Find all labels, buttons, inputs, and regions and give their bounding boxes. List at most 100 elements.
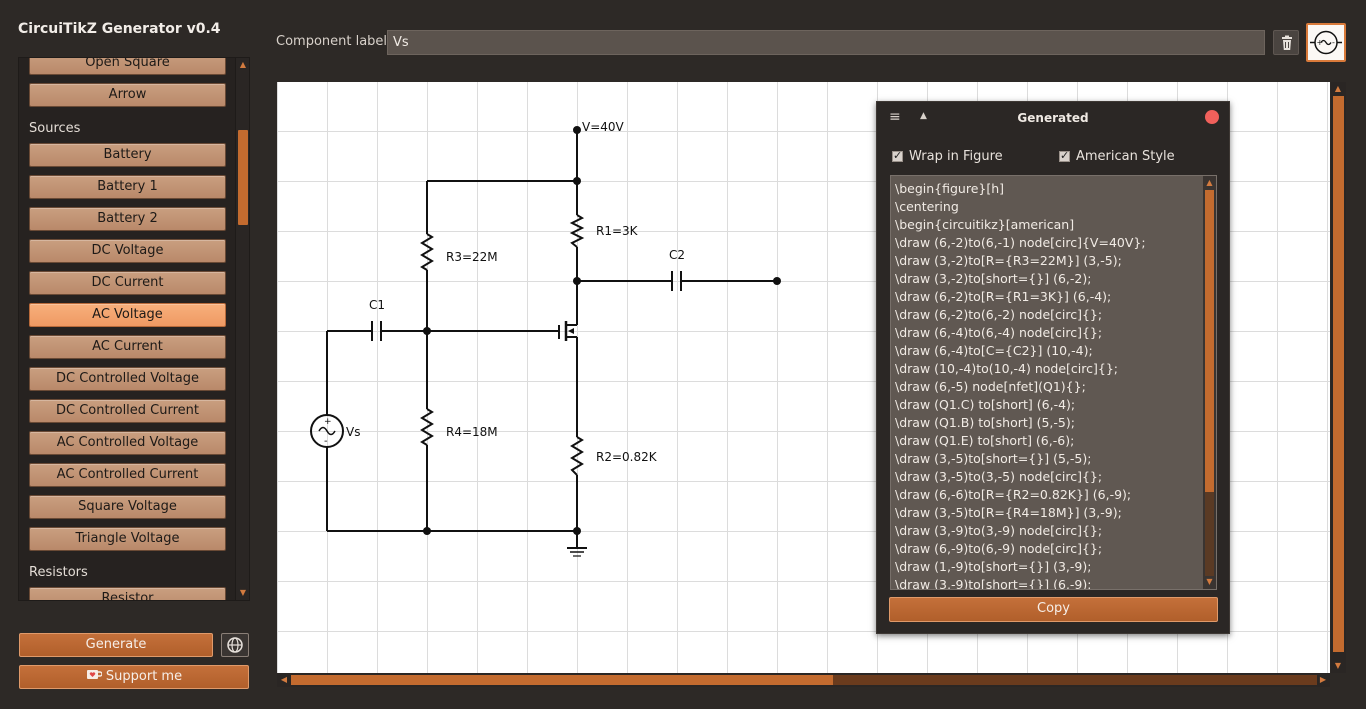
generate-button[interactable]: Generate bbox=[19, 633, 213, 657]
scroll-down-icon[interactable]: ▼ bbox=[236, 586, 249, 600]
node bbox=[573, 527, 581, 535]
component-label-input[interactable] bbox=[387, 30, 1265, 55]
code-line: \draw (3,-5)to[short={}] (5,-5); bbox=[895, 451, 1092, 466]
node bbox=[423, 327, 431, 335]
node bbox=[423, 527, 431, 535]
component-button-battery-2[interactable]: Battery 2 bbox=[29, 207, 226, 231]
label-vs: Vs bbox=[346, 425, 360, 439]
code-line: \draw (6,-4)to[C={C2}] (10,-4); bbox=[895, 343, 1093, 358]
label-c2: C2 bbox=[669, 248, 685, 262]
code-line: \draw (6,-6)to[R={R2=0.82K}] (6,-9); bbox=[895, 487, 1132, 502]
component-button-ac-voltage[interactable]: AC Voltage bbox=[29, 303, 226, 327]
scroll-left-icon[interactable]: ◀ bbox=[277, 673, 291, 687]
close-icon[interactable] bbox=[1205, 110, 1219, 124]
source-minus: - bbox=[324, 436, 328, 447]
component-button-dc-current[interactable]: DC Current bbox=[29, 271, 226, 295]
component-button-ac-current[interactable]: AC Current bbox=[29, 335, 226, 359]
sidebar-scrollbar[interactable]: ▲ ▼ bbox=[235, 58, 249, 600]
copy-button[interactable]: Copy bbox=[889, 597, 1218, 622]
component-button-open-square[interactable]: Open Square bbox=[29, 58, 226, 75]
code-line: \draw (Q1.C) to[short] (6,-4); bbox=[895, 397, 1076, 412]
ac-wave bbox=[318, 426, 336, 436]
label-r3: R3=22M bbox=[446, 250, 498, 264]
component-button-ac-controlled-voltage[interactable]: AC Controlled Voltage bbox=[29, 431, 226, 455]
component-button-triangle-voltage[interactable]: Triangle Voltage bbox=[29, 527, 226, 551]
delete-button[interactable] bbox=[1273, 30, 1299, 55]
canvas-horizontal-scrollbar[interactable]: ◀ ▶ bbox=[277, 673, 1330, 687]
scroll-up-icon[interactable]: ▲ bbox=[236, 58, 249, 72]
component-label-caption: Component label bbox=[276, 34, 388, 49]
ac-source-icon: + - bbox=[1310, 30, 1342, 55]
heart-cup-icon bbox=[86, 670, 103, 679]
code-line: \draw (Q1.B) to[short] (5,-5); bbox=[895, 415, 1075, 430]
canvas-vertical-scrollbar[interactable]: ▲ ▼ bbox=[1331, 82, 1346, 673]
node bbox=[773, 277, 781, 285]
code-line: \draw (1,-9)to[short={}] (3,-9); bbox=[895, 559, 1092, 574]
code-line: \draw (Q1.E) to[short] (6,-6); bbox=[895, 433, 1075, 448]
code-line: \draw (6,-4)to(6,-4) node[circ]{}; bbox=[895, 325, 1103, 340]
wrap-in-figure-label: Wrap in Figure bbox=[909, 149, 1003, 164]
component-button-dc-voltage[interactable]: DC Voltage bbox=[29, 239, 226, 263]
svg-text:-: - bbox=[1332, 38, 1335, 47]
resistor-r4 bbox=[420, 408, 434, 446]
trash-icon bbox=[1282, 35, 1292, 50]
component-button-square-voltage[interactable]: Square Voltage bbox=[29, 495, 226, 519]
source-plus: + bbox=[324, 417, 332, 427]
canvas-vertical-thumb[interactable] bbox=[1333, 96, 1344, 652]
generated-code: \begin{figure}[h] \centering \begin{circui… bbox=[895, 180, 1203, 589]
code-scroll-thumb[interactable] bbox=[1205, 190, 1214, 492]
scroll-right-icon[interactable]: ▶ bbox=[1316, 673, 1330, 687]
canvas-horizontal-track[interactable] bbox=[833, 675, 1317, 685]
app-title: CircuiTikZ Generator v0.4 bbox=[18, 21, 221, 37]
code-line: \begin{circuitikz}[american] bbox=[895, 217, 1075, 232]
language-button[interactable] bbox=[221, 633, 249, 657]
component-button-ac-controlled-current[interactable]: AC Controlled Current bbox=[29, 463, 226, 487]
section-label: Sources bbox=[29, 121, 81, 136]
scroll-down-icon[interactable]: ▼ bbox=[1331, 659, 1345, 673]
code-scrollbar[interactable]: ▲ ▼ bbox=[1203, 176, 1216, 589]
code-line: \draw (6,-2)to(6,-2) node[circ]{}; bbox=[895, 307, 1103, 322]
american-style-label: American Style bbox=[1076, 149, 1175, 164]
code-line: \draw (3,-5)to[R={R4=18M}] (3,-9); bbox=[895, 505, 1122, 520]
globe-icon bbox=[227, 637, 243, 653]
generated-panel-title: Generated bbox=[1017, 111, 1089, 125]
code-line: \centering bbox=[895, 199, 959, 214]
generated-panel-header[interactable]: ≡ ▲ Generated bbox=[877, 102, 1229, 132]
scroll-up-icon[interactable]: ▲ bbox=[1203, 176, 1216, 190]
code-line: \draw (3,-2)to[short={}] (6,-2); bbox=[895, 271, 1092, 286]
code-line: \draw (3,-9)to(3,-9) node[circ]{}; bbox=[895, 523, 1103, 538]
american-style-checkbox[interactable] bbox=[1059, 149, 1070, 162]
generated-panel: ≡ ▲ Generated Wrap in Figure American St… bbox=[876, 101, 1230, 634]
support-button[interactable]: Support me bbox=[19, 665, 249, 689]
component-preview: + - bbox=[1306, 23, 1346, 62]
component-button-dc-controlled-voltage[interactable]: DC Controlled Voltage bbox=[29, 367, 226, 391]
generated-code-textarea[interactable]: \begin{figure}[h] \centering \begin{circui… bbox=[890, 175, 1217, 590]
sidebar-scroll-thumb[interactable] bbox=[238, 130, 248, 225]
component-button-dc-controlled-current[interactable]: DC Controlled Current bbox=[29, 399, 226, 423]
resistor-r3 bbox=[420, 233, 434, 271]
label-vcc: V=40V bbox=[582, 120, 625, 134]
code-scroll-track[interactable] bbox=[1205, 492, 1214, 576]
wrap-in-figure-checkbox[interactable] bbox=[892, 149, 903, 162]
resistor-r2 bbox=[570, 436, 584, 476]
label-r1: R1=3K bbox=[596, 224, 639, 238]
code-line: \draw (3,-2)to[R={R3=22M}] (3,-5); bbox=[895, 253, 1122, 268]
scroll-down-icon[interactable]: ▼ bbox=[1203, 575, 1216, 589]
component-button-arrow[interactable]: Arrow bbox=[29, 83, 226, 107]
nfet-arrow bbox=[568, 328, 574, 334]
component-button-battery-1[interactable]: Battery 1 bbox=[29, 175, 226, 199]
label-r2: R2=0.82K bbox=[596, 450, 658, 464]
section-label: Resistors bbox=[29, 565, 88, 580]
code-line: \draw (6,-9)to(6,-9) node[circ]{}; bbox=[895, 541, 1103, 556]
node bbox=[573, 277, 581, 285]
code-line: \draw (10,-4)to(10,-4) node[circ]{}; bbox=[895, 361, 1119, 376]
svg-text:+: + bbox=[1317, 38, 1324, 47]
code-line: \begin{figure}[h] bbox=[895, 181, 1005, 196]
label-c1: C1 bbox=[369, 298, 385, 312]
component-button-resistor[interactable]: Resistor bbox=[29, 587, 226, 600]
scroll-up-icon[interactable]: ▲ bbox=[1331, 82, 1345, 96]
support-label: Support me bbox=[105, 669, 183, 684]
canvas-horizontal-thumb[interactable] bbox=[291, 675, 833, 685]
code-line: \draw (3,-5)to(3,-5) node[circ]{}; bbox=[895, 469, 1103, 484]
component-button-battery[interactable]: Battery bbox=[29, 143, 226, 167]
